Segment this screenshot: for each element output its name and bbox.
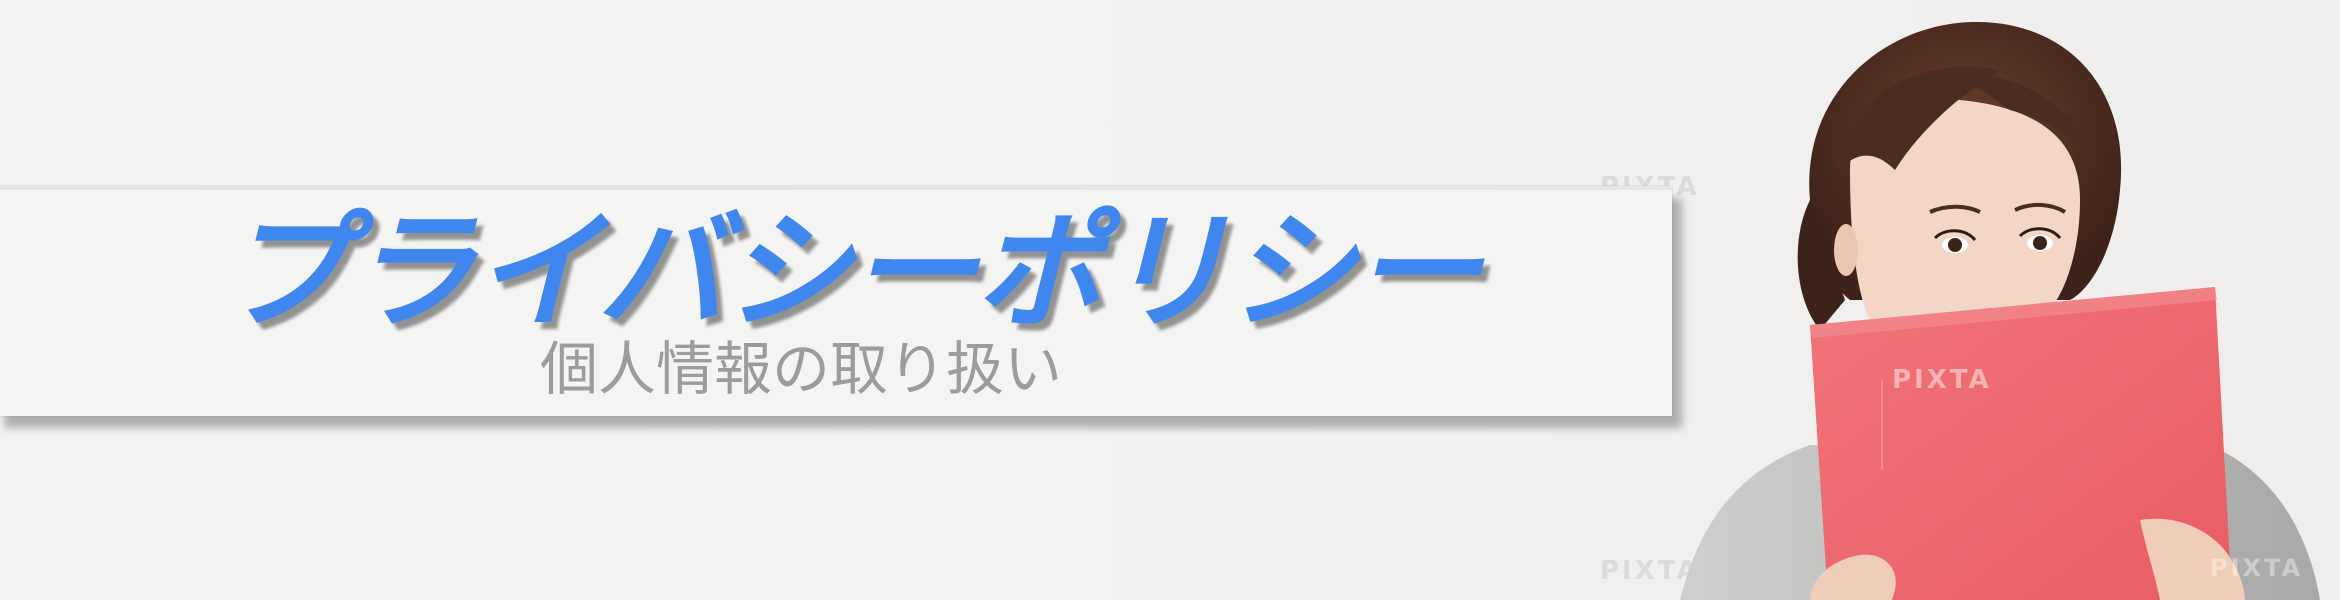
page-title: プライバシーポリシー	[222, 198, 1481, 347]
woman-with-folder-photo: PIXTA PIXTA	[1660, 0, 2340, 600]
page-subtitle: 個人情報の取り扱い	[540, 335, 1063, 403]
folder-watermark: PIXTA	[1892, 365, 1992, 395]
photo-watermark: PIXTA	[2210, 554, 2303, 582]
